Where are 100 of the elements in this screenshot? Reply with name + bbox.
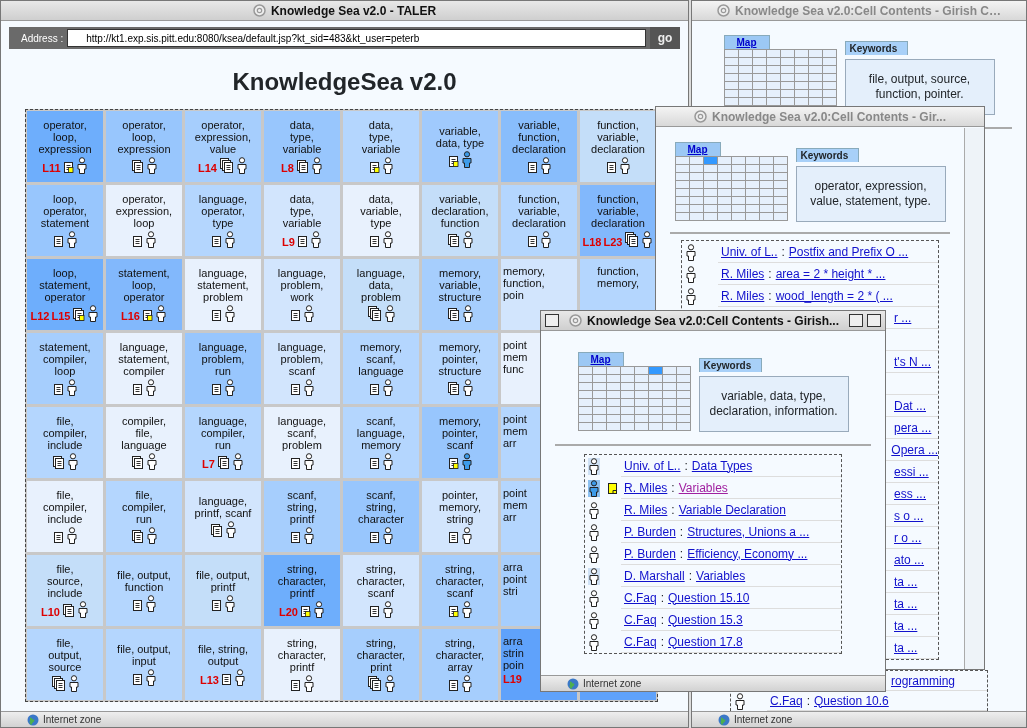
map-cell[interactable] xyxy=(822,58,836,65)
grid-cell[interactable]: operator, expression, value L14 xyxy=(185,111,261,182)
map-cell[interactable] xyxy=(634,399,648,406)
map-cell[interactable] xyxy=(766,82,780,89)
document-link[interactable]: t's N ... xyxy=(894,352,931,371)
grid-cell[interactable]: string, character, scanf xyxy=(343,555,419,626)
grid-cell[interactable]: function, variable, declaration xyxy=(501,185,577,256)
map-cell[interactable] xyxy=(606,423,620,430)
map-cell[interactable] xyxy=(822,90,836,97)
map-cell[interactable] xyxy=(731,189,745,196)
map-link[interactable]: Map xyxy=(736,37,757,48)
map-cell[interactable] xyxy=(620,399,634,406)
map-cell[interactable] xyxy=(662,391,676,398)
grid-cell[interactable]: statement, compiler, loop xyxy=(27,333,103,404)
map-cell[interactable] xyxy=(606,399,620,406)
map-cell[interactable] xyxy=(808,50,822,57)
author-link[interactable]: C.Faq xyxy=(624,610,657,629)
map-cell[interactable] xyxy=(780,58,794,65)
map-cell[interactable] xyxy=(745,197,759,204)
map-cell[interactable] xyxy=(759,173,773,180)
map-cell[interactable] xyxy=(689,165,703,172)
document-link[interactable]: essi ... xyxy=(894,462,929,481)
grid-cell[interactable]: operator, expression, loop xyxy=(106,185,182,256)
map-cell[interactable] xyxy=(592,375,606,382)
map-cell[interactable] xyxy=(578,423,592,430)
author-link[interactable]: R. Miles xyxy=(721,264,765,283)
grid-cell[interactable]: string, character, printf L20 xyxy=(264,555,340,626)
map-cell[interactable] xyxy=(648,391,662,398)
map-cell[interactable] xyxy=(766,74,780,81)
grid-cell[interactable]: data, variable, type xyxy=(343,185,419,256)
map-cell[interactable] xyxy=(766,98,780,105)
grid-cell[interactable]: loop, operator, statement xyxy=(27,185,103,256)
author-link[interactable]: R. Miles xyxy=(624,478,668,497)
zoom-button[interactable] xyxy=(849,314,863,327)
scroll-track[interactable] xyxy=(964,128,984,669)
map-cell[interactable] xyxy=(794,74,808,81)
document-link[interactable]: ess ... xyxy=(894,484,926,503)
map-cell[interactable] xyxy=(780,50,794,57)
map-cell[interactable] xyxy=(731,157,745,164)
map-cell[interactable] xyxy=(759,157,773,164)
document-link[interactable]: rogramming xyxy=(891,671,956,690)
map-cell[interactable] xyxy=(752,66,766,73)
map-cell[interactable] xyxy=(808,66,822,73)
author-link[interactable]: Univ. of L.. xyxy=(624,456,681,475)
map-cell[interactable] xyxy=(634,423,648,430)
map-cell[interactable] xyxy=(752,58,766,65)
map-cell[interactable] xyxy=(773,189,787,196)
grid-cell[interactable]: file, output, source xyxy=(27,629,103,700)
map-cell[interactable] xyxy=(676,423,690,430)
map-cell[interactable] xyxy=(752,50,766,57)
map-cell[interactable] xyxy=(578,399,592,406)
author-link[interactable]: C.Faq xyxy=(770,691,803,710)
map-cell[interactable] xyxy=(731,173,745,180)
map-cell[interactable] xyxy=(689,205,703,212)
grid-cell[interactable]: language, problem, scanf xyxy=(264,333,340,404)
map-cell[interactable] xyxy=(759,189,773,196)
map-cell[interactable] xyxy=(724,58,738,65)
document-link[interactable]: Variable Declaration xyxy=(678,500,786,519)
map-cell[interactable] xyxy=(808,74,822,81)
map-cell[interactable] xyxy=(662,383,676,390)
map-cell[interactable] xyxy=(738,82,752,89)
grid-cell[interactable]: function, variable, declaration xyxy=(580,111,656,182)
map-cell[interactable] xyxy=(724,66,738,73)
grid-cell[interactable]: variable, declaration, function xyxy=(422,185,498,256)
map-cell[interactable] xyxy=(745,165,759,172)
map-cell[interactable] xyxy=(675,173,689,180)
map-link[interactable]: Map xyxy=(687,144,708,155)
map-cell[interactable] xyxy=(766,50,780,57)
map-cell[interactable] xyxy=(766,90,780,97)
map-cell[interactable] xyxy=(675,213,689,220)
map-cell[interactable] xyxy=(724,98,738,105)
map-cell[interactable] xyxy=(759,205,773,212)
map-cell[interactable] xyxy=(745,205,759,212)
grid-cell[interactable]: statement, loop, operator L16 xyxy=(106,259,182,330)
map-cell[interactable] xyxy=(717,205,731,212)
map-cell[interactable] xyxy=(745,157,759,164)
map-cell[interactable] xyxy=(794,66,808,73)
grid-cell[interactable]: data, type, variable L8 xyxy=(264,111,340,182)
grid-cell[interactable]: scanf, string, printf xyxy=(264,481,340,552)
document-link[interactable]: Variables xyxy=(678,478,728,497)
map-link[interactable]: Map xyxy=(590,354,611,365)
map-cell[interactable] xyxy=(675,197,689,204)
grid-cell[interactable]: memory, scanf, language xyxy=(343,333,419,404)
document-link[interactable]: Question 10.6 xyxy=(814,691,889,710)
map-cell[interactable] xyxy=(731,181,745,188)
map-cell[interactable] xyxy=(592,415,606,422)
document-link[interactable]: ato ... xyxy=(894,550,925,569)
map-cell[interactable] xyxy=(773,157,787,164)
grid-cell[interactable]: compiler, file, language xyxy=(106,407,182,478)
grid-cell[interactable]: operator, loop, expression L11 xyxy=(27,111,103,182)
map-cell[interactable] xyxy=(662,423,676,430)
map-cell[interactable] xyxy=(766,58,780,65)
map-cell[interactable] xyxy=(717,213,731,220)
map-cell[interactable] xyxy=(808,58,822,65)
map-cell[interactable] xyxy=(780,90,794,97)
map-cell[interactable] xyxy=(592,399,606,406)
map-cell[interactable] xyxy=(578,415,592,422)
map-cell[interactable] xyxy=(606,375,620,382)
grid-cell[interactable]: scanf, string, character xyxy=(343,481,419,552)
map-cell[interactable] xyxy=(606,367,620,374)
